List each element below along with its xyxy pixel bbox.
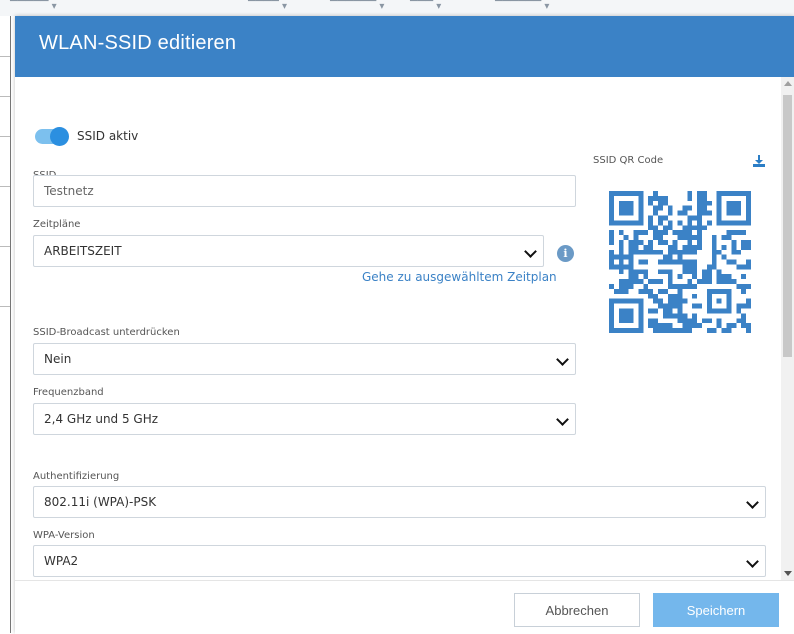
dialog-scrollbar[interactable]	[781, 77, 794, 580]
dialog-body: SSID aktiv SSID Testnetz Zeitpläne ARBEI…	[15, 77, 781, 580]
chevron-down-icon	[556, 413, 569, 426]
schedules-select-value: ARBEITSZEIT	[44, 244, 122, 258]
ssid-input-value: Testnetz	[44, 184, 94, 198]
broadcast-select[interactable]: Nein	[33, 343, 576, 375]
dialog-title: WLAN-SSID editieren	[39, 32, 237, 54]
chevron-down-icon	[746, 555, 759, 568]
background-nav-item: ▔▔▔▔▔▔ ▾	[495, 1, 550, 12]
band-label: Frequenzband	[33, 387, 104, 398]
auth-select-value: 802.11i (WPA)-PSK	[44, 495, 157, 509]
download-icon[interactable]	[753, 155, 765, 167]
background-nav-item: ▔▔▔▔▔ ▾	[10, 1, 57, 12]
wpa-select-value: WPA2	[44, 554, 79, 568]
background-nav-item: ▔▔▔▔▔▔ ▾	[330, 1, 385, 12]
schedules-select[interactable]: ARBEITSZEIT	[33, 235, 544, 267]
ssid-input[interactable]: Testnetz	[33, 175, 576, 207]
schedules-label: Zeitpläne	[33, 219, 81, 230]
background-app-sidebar	[0, 16, 14, 633]
scroll-down-arrow-icon[interactable]	[784, 571, 792, 576]
scrollbar-thumb[interactable]	[783, 95, 792, 357]
dialog-header: WLAN-SSID editieren	[15, 16, 794, 77]
dialog-footer: Abbrechen Speichern	[15, 580, 794, 634]
save-button[interactable]: Speichern	[653, 593, 779, 627]
info-icon[interactable]: i	[557, 245, 574, 262]
cancel-button[interactable]: Abbrechen	[514, 593, 640, 627]
qr-code-label: SSID QR Code	[593, 155, 664, 166]
edit-ssid-dialog: WLAN-SSID editieren SSID aktiv SSID Test…	[15, 16, 794, 634]
broadcast-select-value: Nein	[44, 352, 72, 366]
broadcast-label: SSID-Broadcast unterdrücken	[33, 327, 180, 338]
chevron-down-icon	[556, 353, 569, 366]
band-select[interactable]: 2,4 GHz und 5 GHz	[33, 403, 576, 435]
band-select-value: 2,4 GHz und 5 GHz	[44, 412, 159, 426]
auth-label: Authentifizierung	[33, 471, 120, 482]
goto-schedule-link[interactable]: Gehe zu ausgewähltem Zeitplan	[362, 270, 557, 284]
ssid-active-label: SSID aktiv	[77, 129, 139, 143]
chevron-down-icon	[524, 245, 537, 258]
qr-code-image	[609, 191, 751, 333]
background-nav-item: ▔▔▔▔ ▾	[248, 1, 287, 12]
background-app-nav: ▔▔▔▔▔ ▾ ▔▔▔▔ ▾ ▔▔▔▔▔▔ ▾ ▔▔▔ ▾ ▔▔▔▔▔▔ ▾	[0, 0, 794, 16]
wpa-select[interactable]: WPA2	[33, 545, 766, 577]
scroll-up-arrow-icon[interactable]	[784, 81, 792, 86]
auth-select[interactable]: 802.11i (WPA)-PSK	[33, 486, 766, 518]
ssid-active-toggle[interactable]	[35, 127, 69, 146]
wpa-label: WPA-Version	[33, 530, 95, 541]
background-nav-item: ▔▔▔ ▾	[410, 1, 442, 12]
chevron-down-icon	[746, 496, 759, 509]
toggle-knob[interactable]	[50, 127, 69, 146]
